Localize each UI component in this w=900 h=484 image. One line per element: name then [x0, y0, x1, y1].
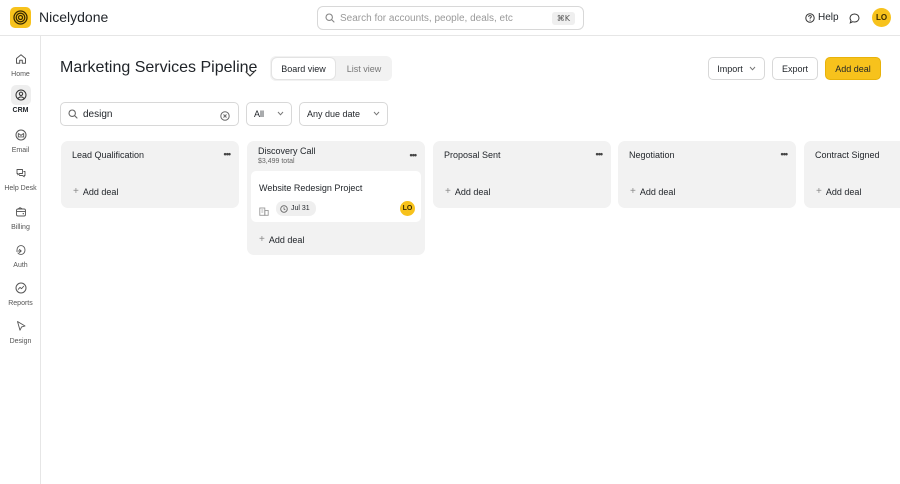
deal-search[interactable]: [60, 102, 239, 126]
plus-icon: +: [259, 234, 265, 245]
more-options-icon[interactable]: •••: [596, 149, 604, 159]
top-bar: Nicelydone ⌘K Help LO: [0, 0, 900, 36]
user-avatar[interactable]: LO: [872, 8, 891, 27]
sidebar-item-email[interactable]: Email: [0, 125, 41, 154]
sidebar-item-label: Reports: [8, 300, 33, 307]
deal-due-date[interactable]: Jul 31: [276, 201, 316, 216]
global-search-input[interactable]: [340, 12, 550, 24]
help-desk-icon: [11, 163, 31, 183]
chat-icon[interactable]: [849, 12, 860, 27]
sidebar-item-design[interactable]: Design: [0, 316, 41, 345]
column-title: Negotiation: [629, 150, 675, 160]
email-icon: [11, 125, 31, 145]
logo-icon[interactable]: [10, 7, 31, 28]
due-date-filter-select[interactable]: Any due date: [299, 102, 388, 126]
column-title: Discovery Call: [258, 146, 316, 156]
add-deal-link[interactable]: + Add deal: [630, 186, 675, 197]
column-title: Proposal Sent: [444, 150, 501, 160]
app-name: Nicelydone: [39, 9, 109, 25]
company-icon: [259, 204, 269, 219]
add-deal-label: Add deal: [454, 186, 491, 197]
add-deal-link[interactable]: + Add deal: [259, 234, 304, 245]
search-shortcut-badge: ⌘K: [551, 12, 575, 25]
more-options-icon[interactable]: •••: [781, 149, 789, 159]
chevron-down-icon: [277, 111, 284, 116]
add-deal-label: Add deal: [82, 186, 119, 197]
pipeline-column-discovery-call: Discovery Call $3,499 total ••• Website …: [247, 141, 425, 255]
page-title: Marketing Services Pipeline: [60, 59, 258, 76]
home-icon: [11, 49, 31, 69]
owner-filter-value: All: [254, 109, 265, 119]
plus-icon: +: [445, 186, 451, 197]
plus-icon: +: [816, 186, 822, 197]
column-title: Contract Signed: [815, 150, 880, 160]
clock-icon: [280, 204, 288, 213]
deal-search-input[interactable]: [83, 108, 213, 120]
billing-icon: [11, 202, 31, 222]
chevron-down-icon: [749, 66, 756, 71]
more-options-icon[interactable]: •••: [410, 150, 418, 160]
add-deal-link[interactable]: + Add deal: [73, 186, 118, 197]
plus-icon: +: [73, 186, 79, 197]
sidebar-item-label: Billing: [11, 224, 30, 231]
plus-icon: +: [630, 186, 636, 197]
deal-owner-avatar[interactable]: LO: [400, 201, 415, 216]
help-button[interactable]: Help: [805, 12, 839, 23]
search-icon: [68, 109, 78, 119]
sidebar-item-billing[interactable]: Billing: [0, 202, 41, 231]
import-button[interactable]: Import: [708, 57, 765, 80]
sidebar-item-label: Design: [9, 338, 32, 345]
column-total: $3,499 total: [258, 158, 295, 165]
add-deal-label: Add deal: [639, 186, 676, 197]
add-deal-label: Add deal: [268, 234, 305, 245]
sidebar-item-label: Auth: [13, 262, 28, 269]
sidebar-item-help-desk[interactable]: Help Desk: [0, 163, 41, 192]
view-toggle: Board view List view: [270, 56, 392, 81]
sidebar-item-reports[interactable]: Reports: [0, 278, 41, 307]
design-icon: [11, 316, 31, 336]
pipeline-column-negotiation: Negotiation ••• + Add deal: [618, 141, 796, 208]
sidebar-item-auth[interactable]: Auth: [0, 240, 41, 269]
auth-icon: [11, 240, 31, 260]
owner-filter-select[interactable]: All: [246, 102, 292, 126]
chevron-down-icon: [373, 111, 380, 116]
add-deal-link[interactable]: + Add deal: [816, 186, 861, 197]
sidebar: Home CRM Email Help Desk Billing Auth Re…: [0, 36, 41, 484]
clear-icon[interactable]: [220, 109, 230, 124]
due-date-filter-value: Any due date: [307, 109, 361, 119]
list-view-tab[interactable]: List view: [338, 58, 390, 79]
sidebar-item-label: Home: [11, 71, 30, 78]
sidebar-item-label: Help Desk: [4, 185, 37, 192]
sidebar-item-home[interactable]: Home: [0, 49, 41, 78]
reports-icon: [11, 278, 31, 298]
search-icon: [325, 13, 335, 23]
deal-card[interactable]: Website Redesign Project Jul 31 LO: [251, 171, 421, 222]
import-label: Import: [717, 63, 743, 74]
sidebar-item-label: Email: [11, 147, 30, 154]
pipeline-column-contract-signed: Contract Signed + Add deal: [804, 141, 900, 208]
deal-title: Website Redesign Project: [259, 183, 363, 193]
help-label: Help: [818, 12, 839, 23]
add-deal-link[interactable]: + Add deal: [445, 186, 490, 197]
more-options-icon[interactable]: •••: [224, 149, 232, 159]
sidebar-item-label: CRM: [12, 107, 29, 114]
add-deal-button[interactable]: Add deal: [825, 57, 881, 80]
add-deal-label: Add deal: [825, 186, 862, 197]
board-view-tab[interactable]: Board view: [272, 58, 335, 79]
export-button[interactable]: Export: [772, 57, 818, 80]
column-title: Lead Qualification: [72, 150, 145, 160]
chevron-down-icon[interactable]: [245, 65, 255, 80]
pipeline-column-lead-qualification: Lead Qualification ••• + Add deal: [61, 141, 239, 208]
help-icon: [805, 12, 815, 23]
global-search[interactable]: ⌘K: [317, 6, 584, 30]
crm-icon: [10, 85, 31, 105]
pipeline-column-proposal-sent: Proposal Sent ••• + Add deal: [433, 141, 611, 208]
sidebar-item-crm[interactable]: CRM: [0, 85, 41, 114]
deal-due-date-label: Jul 31: [291, 205, 310, 212]
